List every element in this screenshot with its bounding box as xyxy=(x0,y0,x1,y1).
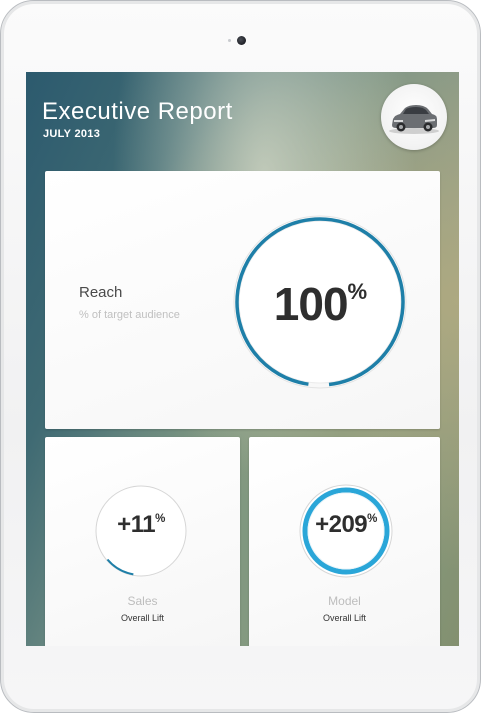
sales-sublabel: Overall Lift xyxy=(120,613,164,623)
model-number: +209 xyxy=(315,511,368,538)
report-date: JULY 2013 xyxy=(43,128,101,140)
reach-unit: % xyxy=(347,279,368,304)
sales-number: +11 xyxy=(117,511,156,538)
page-title: Executive Report xyxy=(42,98,233,125)
camera-icon xyxy=(237,36,246,45)
model-unit: % xyxy=(367,513,377,525)
sensor-dot xyxy=(228,39,231,42)
sales-value: +11% xyxy=(91,511,191,539)
reach-label: Reach xyxy=(79,284,123,301)
reach-value: 100% xyxy=(270,277,370,331)
sales-unit: % xyxy=(155,513,165,525)
reach-sublabel: % of target audience xyxy=(79,309,180,321)
model-sublabel: Overall Lift xyxy=(322,613,366,623)
sales-card[interactable]: +11% Sales Overall Lift xyxy=(45,437,240,646)
tablet-frame: Executive Report JULY 2013 Reach % of ta… xyxy=(0,0,481,713)
car-icon xyxy=(389,105,439,134)
model-label: Model xyxy=(328,594,361,608)
avatar[interactable] xyxy=(381,84,447,150)
screen: Executive Report JULY 2013 Reach % of ta… xyxy=(26,72,459,646)
reach-card[interactable]: Reach % of target audience 100% xyxy=(45,171,440,429)
sales-label: Sales xyxy=(127,594,158,608)
reach-number: 100 xyxy=(273,278,349,330)
model-card[interactable]: +209% Model Overall Lift xyxy=(249,437,440,646)
model-value: +209% xyxy=(296,511,396,539)
